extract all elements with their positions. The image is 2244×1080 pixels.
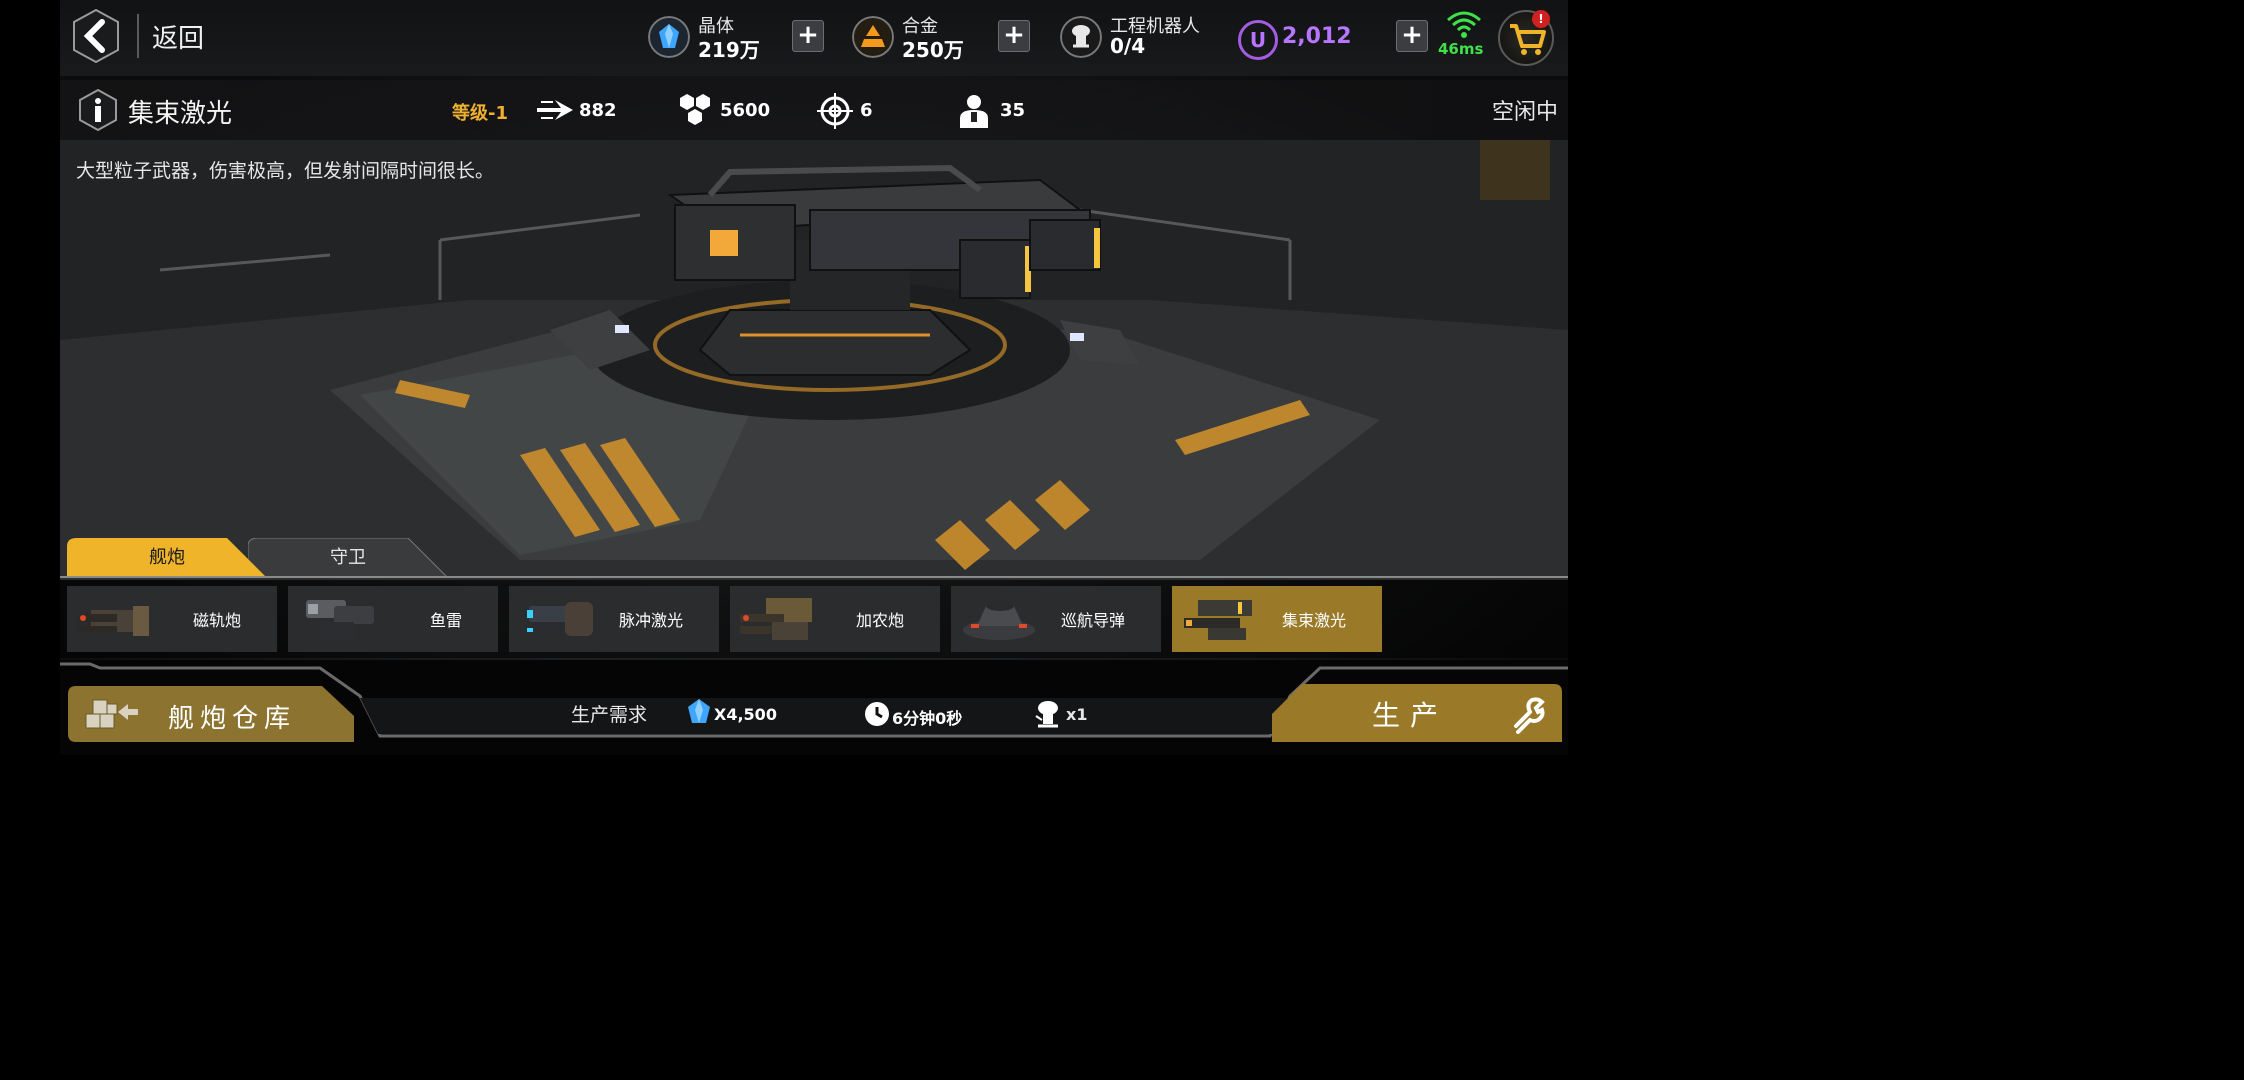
weapon-item-railgun[interactable]: 磁轨炮 — [67, 586, 277, 652]
crystal-cost-icon — [688, 699, 710, 723]
back-arrow-icon — [73, 8, 119, 64]
wifi-icon — [1447, 11, 1481, 38]
tab-divider — [60, 576, 1568, 578]
weapon-info-bar — [60, 80, 1568, 140]
add-alloy-button[interactable]: + — [998, 20, 1030, 52]
arrow-damage-icon — [537, 100, 573, 120]
requirement-label: 生产需求 — [571, 704, 648, 726]
cruise-missile-icon — [963, 601, 1035, 640]
weapon-item-label: 鱼雷 — [429, 611, 462, 630]
alloy-icon — [852, 16, 894, 58]
torpedo-icon — [306, 600, 374, 640]
produce-label: 生产 — [1372, 699, 1449, 732]
left-border — [0, 0, 60, 755]
currency-value: 2,012 — [1282, 24, 1352, 49]
crystal-value: 219万 — [698, 38, 760, 62]
tab-guard[interactable]: 守卫 — [248, 538, 448, 578]
info-icon[interactable] — [78, 88, 118, 132]
robot-value: 0/4 — [1110, 34, 1146, 58]
notification-badge: ! — [1532, 10, 1550, 28]
weapon-item-torpedo[interactable]: 鱼雷 — [288, 586, 498, 652]
crew-icon — [960, 95, 988, 128]
back-button[interactable] — [72, 8, 120, 64]
hp-value: 5600 — [720, 100, 771, 121]
pulse-laser-icon — [525, 602, 593, 636]
robot-resource: 工程机器人 0/4 — [1060, 10, 1230, 66]
weapon-level: 等级-1 — [452, 103, 508, 124]
weapon-item-focused-laser[interactable]: 集束激光 — [1172, 586, 1382, 652]
warehouse-label: 舰炮仓库 — [168, 704, 297, 734]
ping-value: 46ms — [1438, 40, 1484, 58]
weapon-item-label: 加农炮 — [855, 611, 904, 630]
damage-value: 882 — [579, 100, 617, 121]
weapon-item-cannon[interactable]: 加农炮 — [730, 586, 940, 652]
armor-hex-icon — [680, 94, 710, 125]
alloy-resource: 合金 250万 — [852, 10, 1002, 66]
add-currency-button[interactable]: + — [1396, 20, 1428, 52]
robot-icon — [1060, 16, 1102, 58]
crystal-resource: 晶体 219万 — [648, 10, 798, 66]
tab-guard-label: 守卫 — [330, 547, 366, 568]
range-value: 6 — [860, 100, 873, 121]
back-label[interactable]: 返回 — [152, 18, 204, 55]
currency-u-icon: U — [1238, 20, 1278, 60]
weapon-item-label: 集束激光 — [1281, 611, 1346, 630]
damage-stat: 882 — [535, 90, 635, 130]
cannon-icon — [740, 598, 812, 640]
weapon-item-pulse-laser[interactable]: 脉冲激光 — [509, 586, 719, 652]
focused-laser-icon — [1184, 600, 1252, 640]
crew-stat: 35 — [956, 90, 1036, 130]
alloy-value: 250万 — [902, 38, 964, 62]
weapon-title: 集束激光 — [128, 99, 233, 129]
robot-cost: x1 — [1066, 705, 1088, 724]
crew-value: 35 — [1000, 100, 1026, 121]
crystal-cost: X4,500 — [714, 705, 777, 724]
clock-icon — [865, 702, 889, 726]
hp-stat: 5600 — [678, 90, 788, 130]
crosshair-icon — [817, 93, 853, 129]
range-stat: 6 — [816, 90, 896, 130]
weapon-item-label: 脉冲激光 — [618, 611, 683, 630]
production-status: 空闲中 — [1491, 100, 1558, 125]
divider — [137, 14, 139, 58]
crystal-icon — [648, 16, 690, 58]
add-crystal-button[interactable]: + — [792, 20, 824, 52]
weapon-item-label: 巡航导弹 — [1060, 611, 1125, 630]
game-screen: 返回 晶体 219万 + 合金 250万 + 工程机器人 0/4 U 2,012… — [0, 0, 1568, 755]
turret-model-image — [550, 164, 1140, 420]
weapon-item-label: 磁轨炮 — [192, 611, 241, 630]
time-cost: 6分钟0秒 — [892, 709, 963, 728]
railgun-icon — [77, 606, 149, 636]
tab-cannon[interactable]: 舰炮 — [67, 538, 267, 578]
weapon-item-cruise-missile[interactable]: 巡航导弹 — [951, 586, 1161, 652]
robot-cost-icon — [1035, 701, 1058, 728]
tab-cannon-label: 舰炮 — [149, 547, 185, 568]
